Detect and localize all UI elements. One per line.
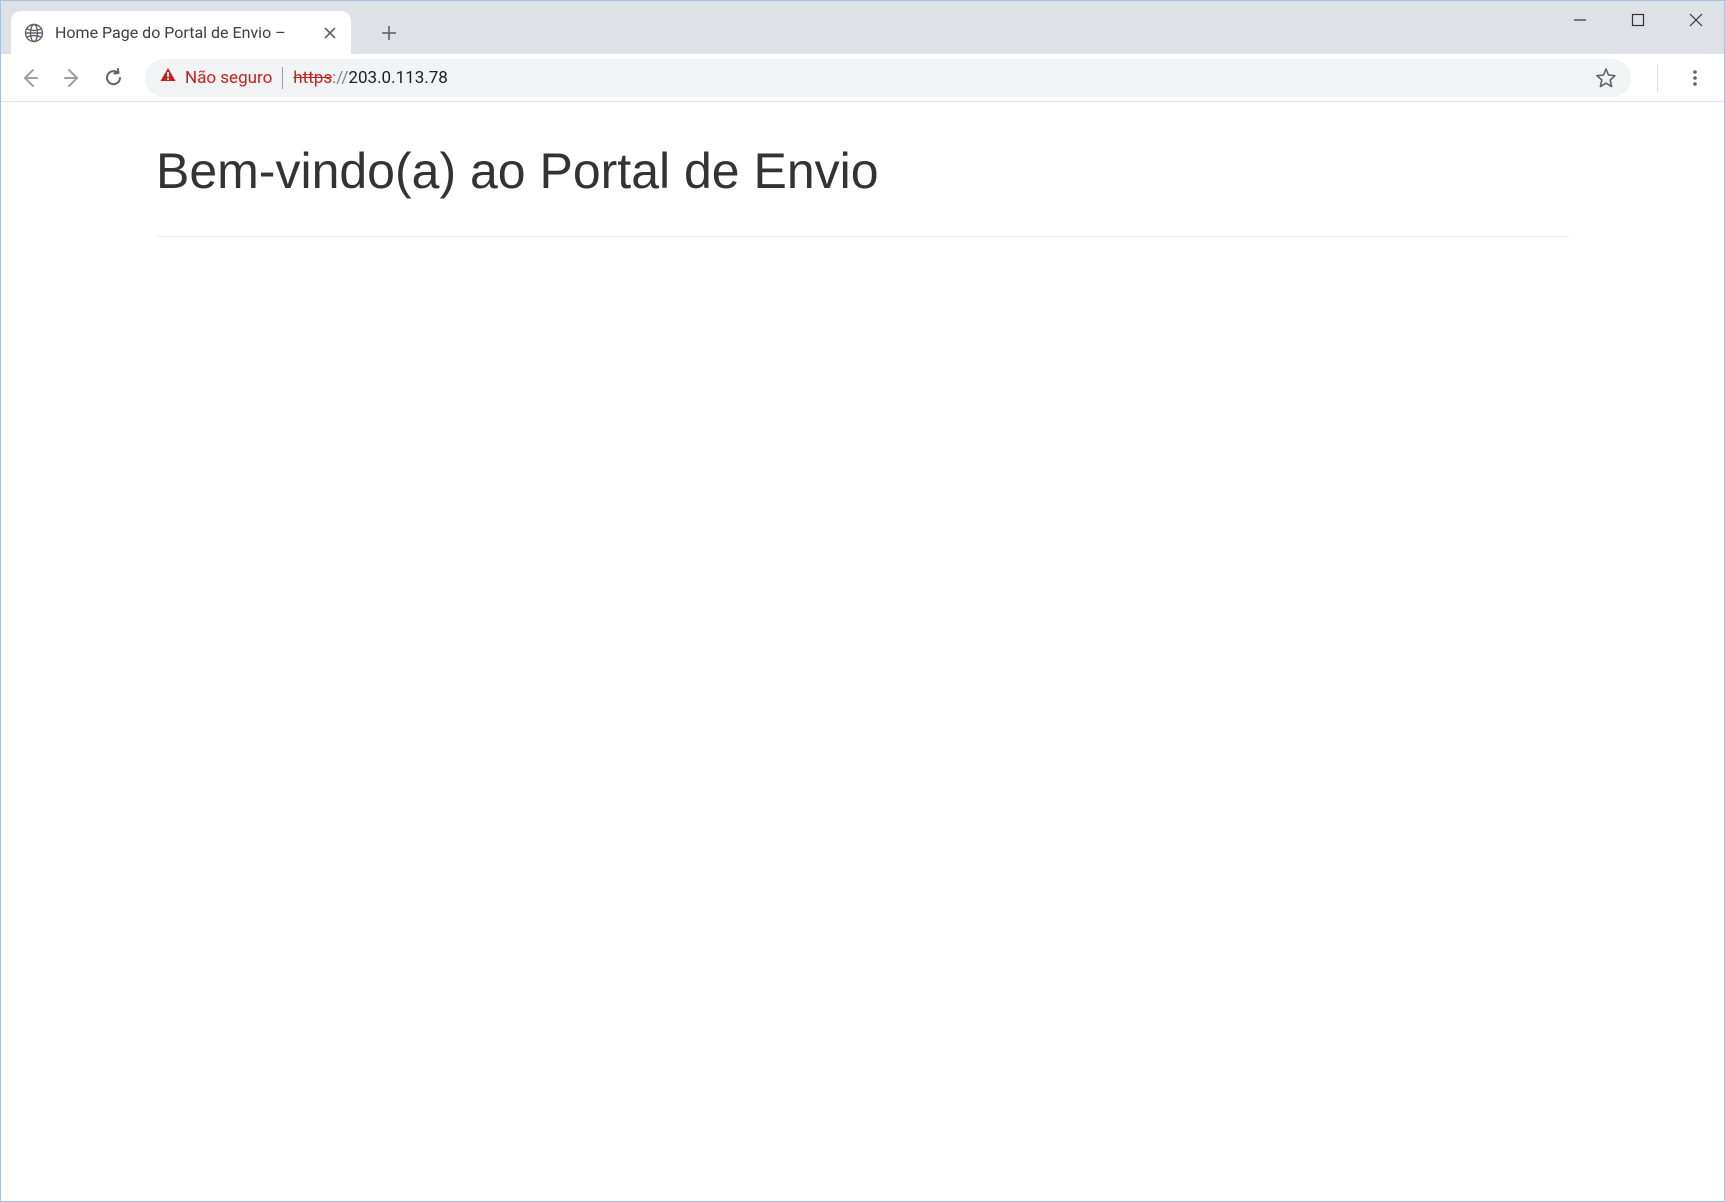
browser-chrome: Home Page do Portal de Envio – Não segur…: [1, 1, 1724, 102]
globe-icon: [23, 22, 45, 44]
url-slashes: ://: [332, 68, 348, 88]
url-display: https://203.0.113.78: [293, 68, 1585, 88]
page-heading: Bem-vindo(a) ao Portal de Envio: [156, 142, 1569, 237]
close-tab-button[interactable]: [321, 24, 339, 42]
new-tab-button[interactable]: [371, 15, 407, 51]
forward-button[interactable]: [53, 59, 91, 97]
bookmark-button[interactable]: [1595, 67, 1617, 89]
tab-title: Home Page do Portal de Envio –: [55, 23, 311, 42]
security-indicator[interactable]: Não seguro: [159, 66, 272, 89]
page-content: Bem-vindo(a) ao Portal de Envio: [1, 102, 1724, 297]
reload-button[interactable]: [95, 59, 133, 97]
toolbar-divider: [1657, 64, 1658, 92]
close-window-button[interactable]: [1667, 0, 1725, 40]
url-host: 203.0.113.78: [348, 68, 447, 88]
back-button[interactable]: [11, 59, 49, 97]
tab-bar: Home Page do Portal de Envio –: [1, 1, 1724, 54]
menu-button[interactable]: [1676, 59, 1714, 97]
warning-icon: [159, 66, 177, 89]
window-controls: [1551, 0, 1725, 40]
toolbar: Não seguro https://203.0.113.78: [1, 54, 1724, 102]
minimize-button[interactable]: [1551, 0, 1609, 40]
address-divider: [282, 67, 283, 89]
maximize-button[interactable]: [1609, 0, 1667, 40]
browser-tab[interactable]: Home Page do Portal de Envio –: [11, 11, 351, 54]
url-protocol: https: [293, 68, 332, 88]
security-label: Não seguro: [185, 68, 272, 88]
address-bar[interactable]: Não seguro https://203.0.113.78: [145, 59, 1631, 97]
